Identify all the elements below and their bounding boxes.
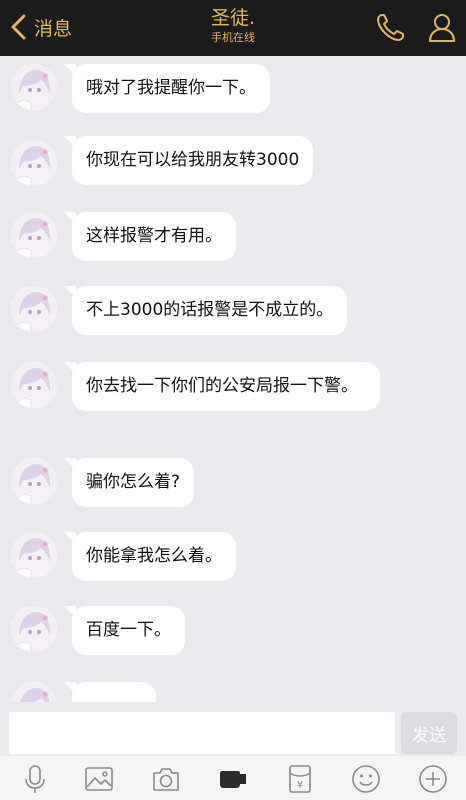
avatar[interactable] (11, 286, 57, 332)
online-status: 手机在线 (211, 31, 255, 44)
back-button[interactable]: 消息 (8, 12, 72, 42)
message-bubble-partial[interactable] (64, 682, 156, 702)
red-packet-icon[interactable]: ¥ (285, 764, 315, 794)
message-bubble[interactable]: 这样报警才有用。 (64, 212, 236, 261)
message-bubble[interactable]: 哦对了我提醒你一下。 (64, 64, 270, 113)
contact-name: 圣徒. (210, 7, 256, 29)
send-button[interactable]: 发送 (401, 712, 457, 754)
avatar[interactable] (11, 64, 57, 110)
message-bubble[interactable]: 你能拿我怎么着。 (64, 532, 236, 581)
avatar[interactable] (11, 532, 57, 578)
back-label: 消息 (34, 17, 73, 40)
composer-bar: 发送 (0, 702, 466, 762)
avatar[interactable] (11, 606, 57, 652)
message-bubble[interactable]: 骗你怎么着? (63, 458, 195, 507)
avatar[interactable] (11, 140, 57, 186)
plus-icon[interactable] (418, 764, 448, 794)
chevron-left-icon (11, 14, 26, 40)
emoji-icon[interactable] (351, 764, 381, 794)
microphone-icon[interactable] (20, 764, 50, 794)
profile-icon[interactable] (426, 11, 458, 45)
message-bubble[interactable]: 你现在可以给我朋友转3000 (63, 136, 314, 185)
message-bubble[interactable]: 不上3000的话报警是不成立的。 (63, 286, 348, 335)
input-toolbar: ¥ (0, 756, 466, 800)
message-input[interactable] (9, 712, 395, 754)
phone-icon[interactable] (374, 12, 406, 44)
avatar[interactable] (11, 212, 57, 258)
avatar[interactable] (11, 682, 57, 702)
avatar[interactable] (11, 362, 57, 408)
contact-title-block: 圣徒. 手机在线 (133, 6, 333, 45)
video-icon[interactable] (218, 764, 248, 794)
camera-icon[interactable] (151, 764, 181, 794)
message-bubble[interactable]: 你去找一下你们的公安局报一下警。 (64, 362, 380, 411)
avatar[interactable] (11, 458, 57, 504)
message-list[interactable]: 哦对了我提醒你一下。 你现在可以给我朋友转3000 这样报警才有用。 不上300… (0, 56, 466, 702)
image-icon[interactable] (84, 764, 114, 794)
message-bubble[interactable]: 百度一下。 (64, 606, 185, 655)
yuan-symbol: ¥ (297, 780, 303, 791)
chat-header: 消息 圣徒. 手机在线 (0, 0, 466, 56)
